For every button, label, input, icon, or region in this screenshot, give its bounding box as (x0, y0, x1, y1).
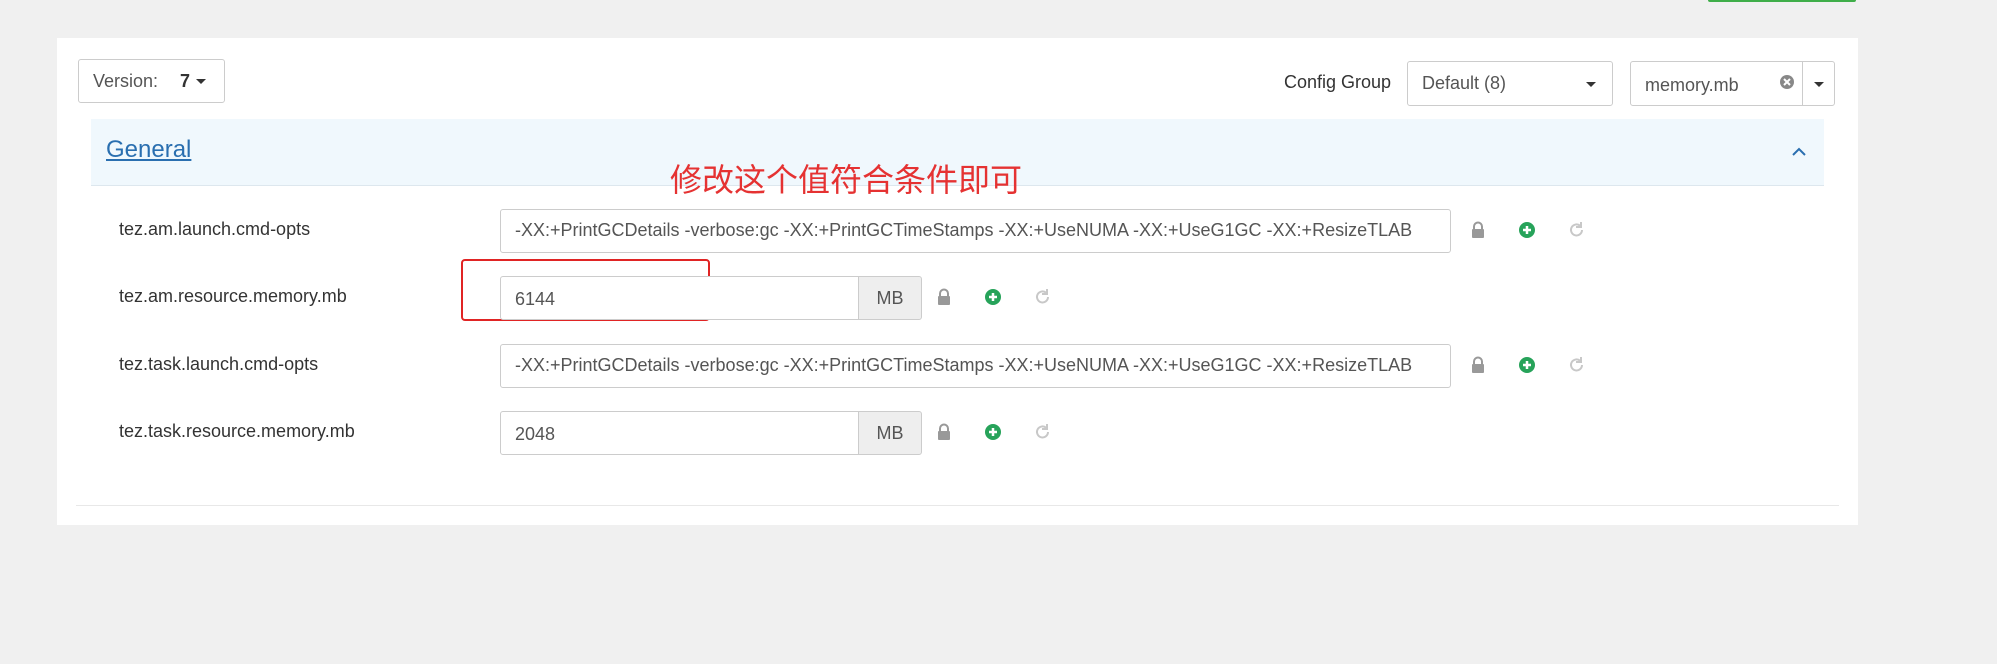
config-group-value: Default (8) (1422, 73, 1507, 93)
undo-icon[interactable] (1568, 221, 1586, 239)
caret-down-icon (1586, 82, 1596, 87)
config-group-select[interactable]: Default (8) (1407, 61, 1613, 106)
panel-divider (76, 505, 1839, 506)
version-number: 7 (180, 70, 191, 91)
filter-dropdown-button[interactable] (1802, 62, 1835, 105)
property-label: tez.am.resource.memory.mb (119, 286, 347, 306)
filter-value: memory.mb (1645, 75, 1739, 95)
unit-addon: MB (858, 276, 922, 320)
lock-icon[interactable] (1469, 356, 1487, 374)
version-dropdown[interactable]: Version: 7 (78, 59, 225, 103)
lock-icon[interactable] (935, 288, 953, 306)
config-panel (57, 38, 1858, 525)
property-input[interactable]: -XX:+PrintGCDetails -verbose:gc -XX:+Pri… (500, 344, 1451, 388)
plus-circle-icon[interactable] (984, 423, 1002, 441)
clear-icon[interactable] (1779, 74, 1795, 90)
property-label: tez.am.launch.cmd-opts (119, 219, 311, 239)
unit-addon: MB (858, 411, 922, 455)
top-accent-bar (1708, 0, 1856, 2)
lock-icon[interactable] (935, 423, 953, 441)
undo-icon[interactable] (1568, 356, 1586, 374)
plus-circle-icon[interactable] (1518, 356, 1536, 374)
filter-input[interactable]: memory.mb (1630, 61, 1835, 106)
version-label: Version: (93, 70, 159, 91)
caret-down-icon (1814, 82, 1824, 87)
property-input[interactable]: 2048 (500, 411, 859, 455)
property-input[interactable]: 6144 (500, 276, 859, 320)
section-title[interactable]: General (106, 136, 191, 164)
property-label: tez.task.resource.memory.mb (119, 421, 355, 441)
property-label: tez.task.launch.cmd-opts (119, 354, 319, 374)
config-group-label: Config Group (1284, 72, 1392, 92)
annotation-text: 修改这个值符合条件即可 (670, 161, 1023, 199)
plus-circle-icon[interactable] (984, 288, 1002, 306)
caret-down-icon (196, 78, 207, 84)
plus-circle-icon[interactable] (1518, 221, 1536, 239)
undo-icon[interactable] (1034, 423, 1052, 441)
property-input[interactable]: -XX:+PrintGCDetails -verbose:gc -XX:+Pri… (500, 209, 1451, 253)
lock-icon[interactable] (1469, 221, 1487, 239)
chevron-up-icon[interactable] (1790, 143, 1808, 161)
undo-icon[interactable] (1034, 288, 1052, 306)
